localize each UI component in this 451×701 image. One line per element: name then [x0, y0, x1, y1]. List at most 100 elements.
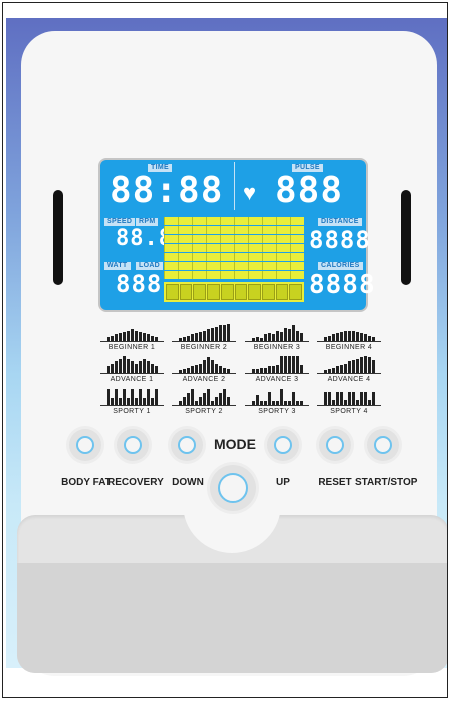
- mode-button[interactable]: [210, 465, 256, 511]
- program-bar: [359, 357, 363, 373]
- reset-button[interactable]: [319, 429, 351, 461]
- program-bar: [339, 332, 343, 341]
- program-bar: [371, 337, 375, 341]
- program-bar: [271, 334, 275, 341]
- program-bar: [283, 401, 287, 405]
- down-button[interactable]: [171, 429, 203, 461]
- pulse-value: 888: [275, 170, 344, 211]
- program-bar: [186, 368, 190, 373]
- program-bars: [317, 323, 381, 342]
- program-profile-sporty-4: SPORTY 4: [311, 387, 387, 415]
- program-bar: [263, 401, 267, 405]
- program-name: SPORTY 4: [330, 408, 368, 415]
- program-bar: [299, 333, 303, 341]
- program-bar: [367, 357, 371, 373]
- recovery-button[interactable]: [117, 429, 149, 461]
- program-bar: [226, 397, 230, 405]
- program-bar: [367, 336, 371, 341]
- program-bars: [245, 355, 309, 374]
- lcd-display: TIME PULSE 88:88 ♥ 888 SPEED RPM 88.8 WA…: [98, 158, 375, 312]
- program-bar: [122, 332, 126, 341]
- time-value: 88:88: [110, 170, 224, 211]
- program-bar: [178, 338, 182, 341]
- left-handle-grip: [53, 190, 63, 285]
- tray-front-face: [17, 563, 447, 673]
- speed-label: SPEED: [104, 218, 136, 226]
- program-profile-sporty-1: SPORTY 1: [94, 387, 170, 415]
- program-bar: [351, 360, 355, 373]
- program-bar: [142, 359, 146, 373]
- program-bar: [226, 324, 230, 341]
- program-bar: [263, 368, 267, 373]
- program-bar: [335, 333, 339, 341]
- program-bar: [259, 401, 263, 405]
- program-bar: [118, 359, 122, 373]
- program-bar: [194, 401, 198, 405]
- program-bar: [130, 361, 134, 373]
- program-bar: [327, 392, 331, 405]
- program-bar: [106, 366, 110, 373]
- program-profile-beginner-1: BEGINNER 1: [94, 323, 170, 351]
- program-bars: [100, 355, 164, 374]
- program-bars: [245, 387, 309, 406]
- program-bar: [279, 356, 283, 373]
- program-bar: [327, 369, 331, 373]
- program-bar: [110, 364, 114, 373]
- program-bar: [283, 356, 287, 373]
- down-label: DOWN: [172, 477, 204, 488]
- program-profile-advance-2: ADVANCE 2: [166, 355, 242, 383]
- program-bar: [251, 401, 255, 405]
- program-bar: [150, 336, 154, 341]
- program-bar: [287, 401, 291, 405]
- program-name: SPORTY 2: [185, 408, 223, 415]
- program-bar: [110, 336, 114, 341]
- program-name: BEGINNER 3: [253, 344, 301, 351]
- program-bar: [214, 364, 218, 373]
- program-bar: [134, 331, 138, 341]
- program-bar: [218, 393, 222, 405]
- program-bars: [317, 387, 381, 406]
- program-bar: [198, 397, 202, 405]
- program-bar: [331, 368, 335, 373]
- program-bar: [210, 401, 214, 405]
- program-bar: [271, 401, 275, 405]
- program-profile-grid: [164, 216, 304, 280]
- program-profile-sporty-2: SPORTY 2: [166, 387, 242, 415]
- program-bar: [339, 365, 343, 373]
- program-bar: [178, 401, 182, 405]
- up-label: UP: [276, 477, 290, 488]
- distance-label: DISTANCE: [318, 218, 362, 226]
- program-bar: [150, 364, 154, 373]
- program-bar: [295, 331, 299, 341]
- up-button[interactable]: [267, 429, 299, 461]
- program-bars: [172, 387, 236, 406]
- rpm-label: RPM: [136, 218, 159, 226]
- program-profile-sporty-3: SPORTY 3: [239, 387, 315, 415]
- program-bar: [363, 392, 367, 405]
- start-stop-button[interactable]: [367, 429, 399, 461]
- program-bars: [100, 323, 164, 342]
- program-profile-advance-4: ADVANCE 4: [311, 355, 387, 383]
- program-bar: [255, 395, 259, 405]
- program-bar: [178, 370, 182, 373]
- program-bar: [154, 366, 158, 373]
- reset-label: RESET: [318, 477, 352, 488]
- program-bar: [146, 361, 150, 373]
- program-bar: [279, 389, 283, 405]
- program-name: ADVANCE 4: [327, 376, 371, 383]
- program-bar: [138, 361, 142, 373]
- program-bar: [295, 401, 299, 405]
- console-frame: TIME PULSE 88:88 ♥ 888 SPEED RPM 88.8 WA…: [2, 2, 448, 698]
- program-bar: [114, 361, 118, 373]
- program-bar: [202, 331, 206, 341]
- program-bar: [198, 364, 202, 373]
- program-bar: [331, 400, 335, 405]
- program-bar: [287, 329, 291, 341]
- program-profile-beginner-4: BEGINNER 4: [311, 323, 387, 351]
- body-fat-button[interactable]: [69, 429, 101, 461]
- program-bar: [347, 392, 351, 405]
- distance-value: 8888: [309, 226, 371, 254]
- program-bar: [142, 398, 146, 405]
- program-bar: [255, 369, 259, 373]
- program-bar: [351, 331, 355, 341]
